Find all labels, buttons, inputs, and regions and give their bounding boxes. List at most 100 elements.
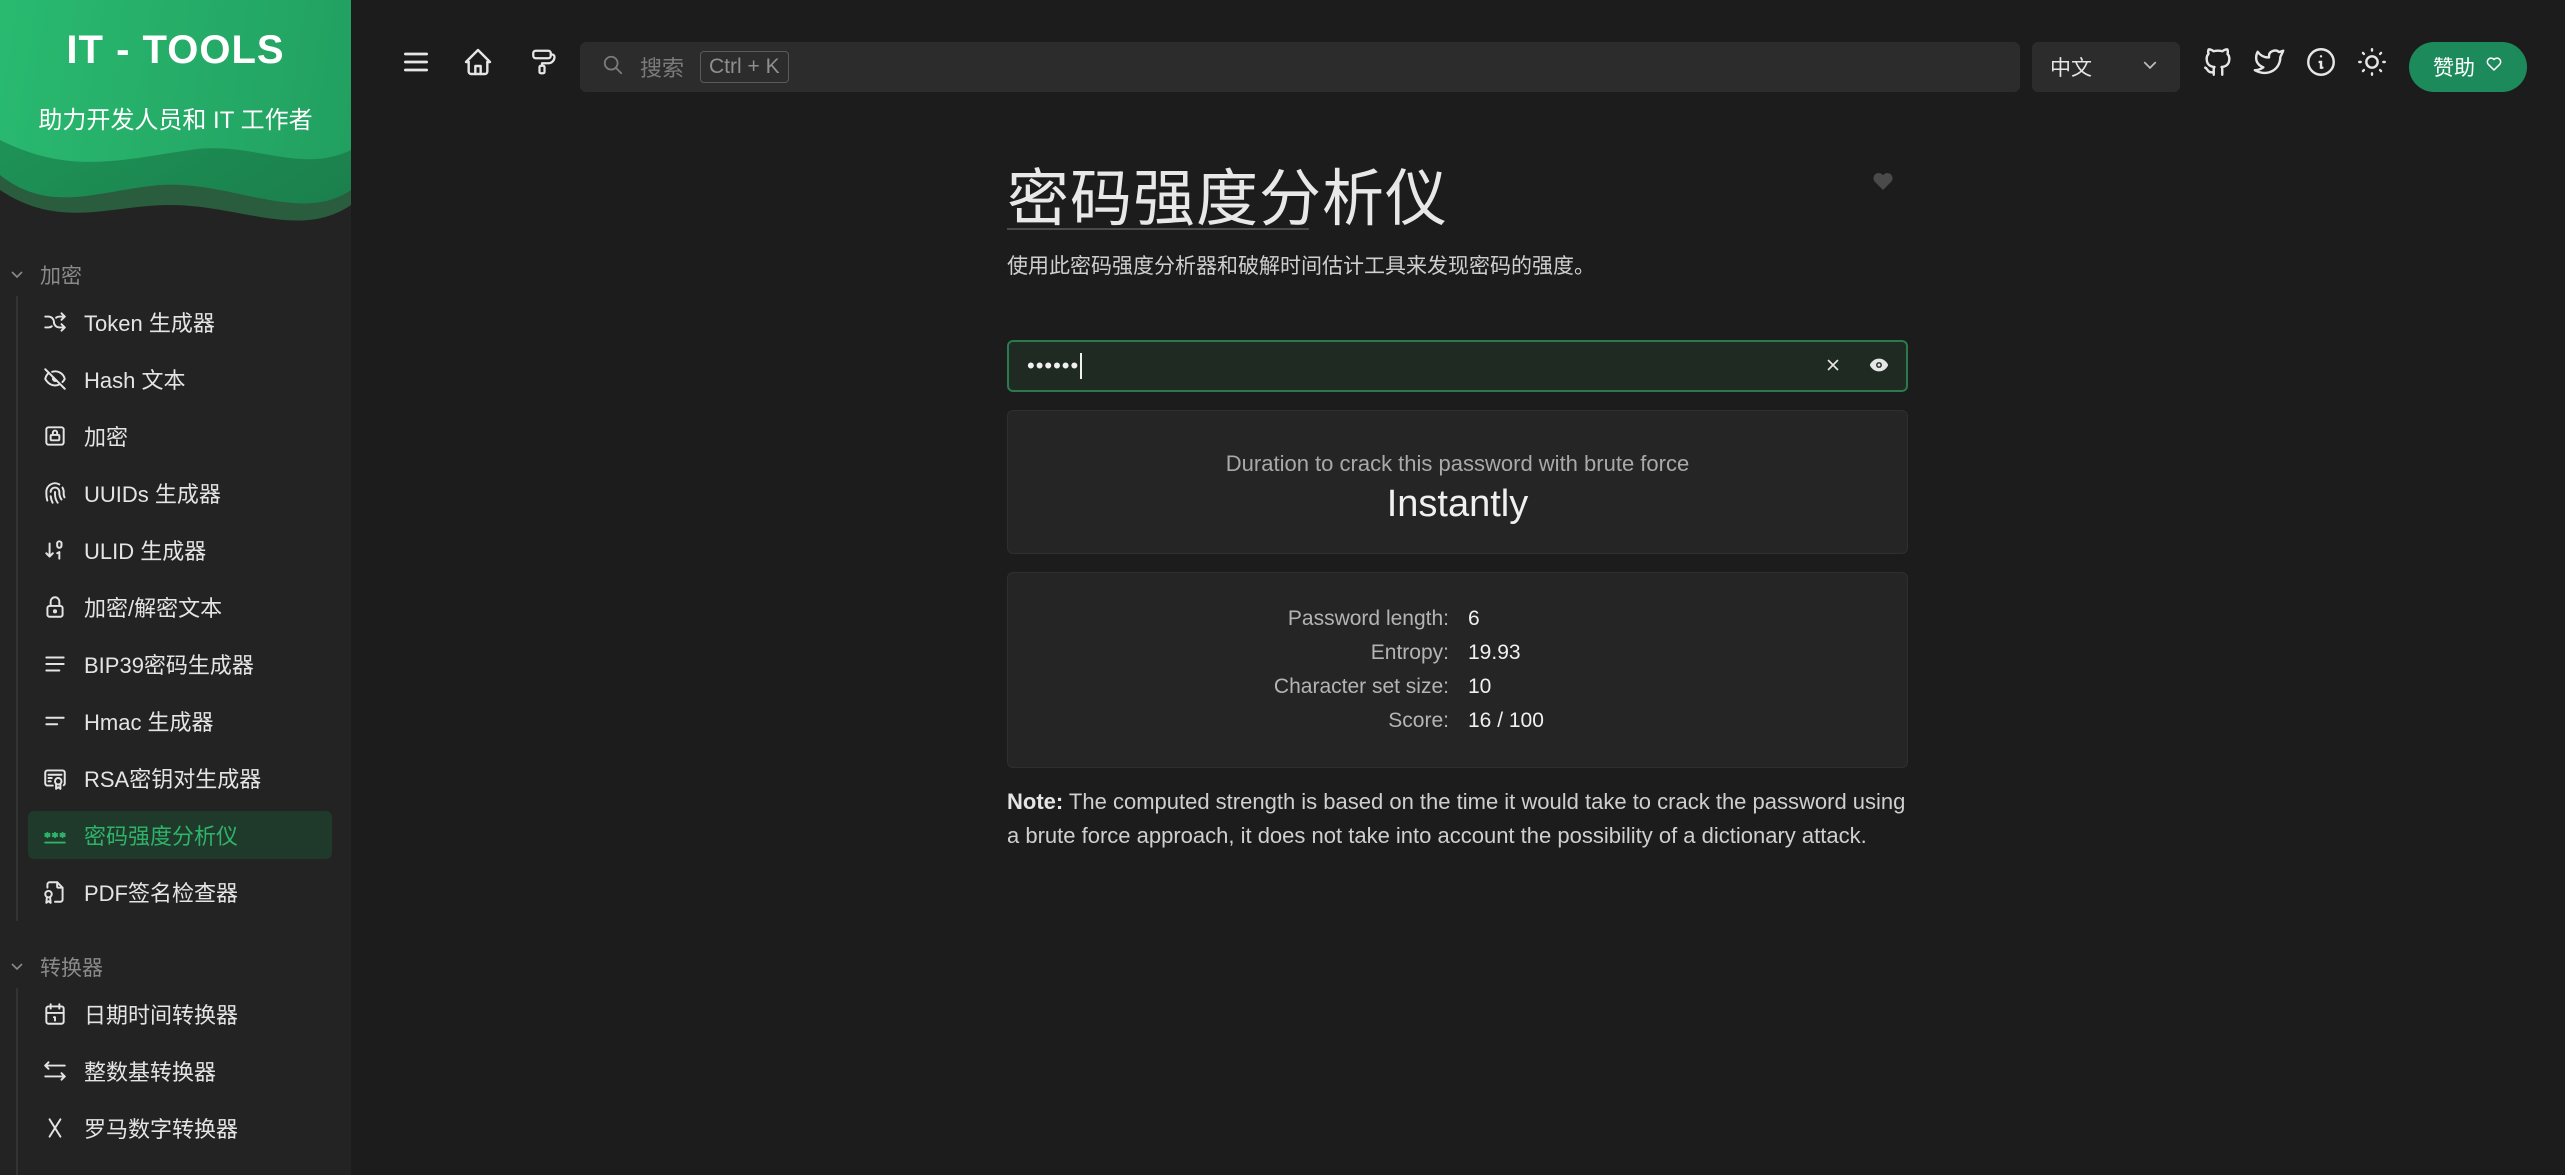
sidebar-item-label: Hmac 生成器 [84, 710, 214, 735]
sidebar-item-label: 罗马数字转换器 [84, 1117, 239, 1142]
sidebar-item-label: Token 生成器 [84, 311, 215, 336]
title-underline [1007, 228, 1309, 230]
note-text: The computed strength is based on the ti… [1007, 789, 1906, 848]
sidebar-item-pdf-signature-checker[interactable]: PDF签名检查器 [28, 868, 332, 916]
section-crypto-guide-line [16, 296, 18, 921]
section-crypto-header[interactable]: 加密 [0, 257, 82, 293]
stat-row-entropy: Entropy: 19.93 [1008, 641, 1907, 675]
sidebar-item-label: UUIDs 生成器 [84, 482, 221, 507]
twitter-link[interactable] [2247, 42, 2291, 86]
stat-label: Character set size: [1273, 675, 1449, 698]
search-shortcut-badge: Ctrl + K [700, 51, 789, 83]
sponsor-label: 赞助 [2433, 57, 2475, 80]
fingerprint-icon [40, 478, 70, 508]
chevron-down-icon [8, 960, 26, 974]
section-converter-guide-line [16, 988, 18, 1175]
sidebar-item-date-time-converter[interactable]: 日期时间转换器 [28, 990, 332, 1038]
section-converter-header[interactable]: 转换器 [0, 949, 103, 985]
heart-icon [2485, 55, 2503, 79]
stat-value: 19.93 [1468, 641, 1521, 664]
short-text-icon [40, 706, 70, 736]
calendar-icon [40, 999, 70, 1029]
password-input[interactable]: •••••• [1007, 340, 1908, 392]
crack-duration-card: Duration to crack this password with bru… [1007, 410, 1908, 554]
favorite-button[interactable] [1868, 168, 1898, 198]
sidebar-item-label: RSA密钥对生成器 [84, 767, 262, 792]
sidebar-item-uuids-generator[interactable]: UUIDs 生成器 [28, 469, 332, 517]
note-label: Note: [1007, 789, 1064, 814]
language-select[interactable]: 中文 [2032, 42, 2180, 92]
lock-icon [40, 592, 70, 622]
stat-row-character-set-size: Character set size: 10 [1008, 675, 1907, 709]
menu-toggle-button[interactable] [394, 42, 438, 86]
sidebar-item-integer-base-converter[interactable]: 整数基转换器 [28, 1047, 332, 1095]
info-circle-icon [2304, 45, 2338, 84]
file-certificate-icon [40, 877, 70, 907]
crack-duration-value: Instantly [1386, 483, 1529, 525]
sun-icon [2355, 45, 2389, 84]
shuffle-icon [40, 307, 70, 337]
text-caret [1080, 353, 1083, 379]
stat-row-password-length: Password length: 6 [1008, 607, 1907, 641]
github-link[interactable] [2196, 42, 2240, 86]
sidebar-item-password-strength-analyser[interactable]: 密码强度分析仪 [28, 811, 332, 859]
about-button[interactable] [2299, 42, 2343, 86]
sidebar-item-label: ULID 生成器 [84, 539, 207, 564]
stat-value: 6 [1468, 607, 1480, 630]
page-title: 密码强度分析仪 [1007, 165, 1449, 234]
search-placeholder: 搜索 [640, 56, 685, 81]
sidebar-item-hmac-generator[interactable]: Hmac 生成器 [28, 697, 332, 745]
sponsor-button[interactable]: 赞助 [2409, 42, 2527, 92]
chevron-down-icon [8, 268, 26, 282]
toggle-password-visibility-button[interactable] [1864, 354, 1894, 380]
theme-toggle-button[interactable] [2350, 42, 2394, 86]
sidebar-item-roman-numeral-converter[interactable]: 罗马数字转换器 [28, 1104, 332, 1152]
stat-label: Password length: [1287, 607, 1449, 630]
language-select-value: 中文 [2050, 57, 2092, 80]
letter-x-icon [40, 1113, 70, 1143]
align-justified-icon [40, 649, 70, 679]
sidebar-item-label: 整数基转换器 [84, 1060, 217, 1085]
stat-label: Score: [1388, 709, 1449, 732]
sidebar-item-label: 密码强度分析仪 [84, 824, 239, 849]
search-bar[interactable]: 搜索 Ctrl + K [580, 42, 2020, 92]
github-icon [2201, 45, 2235, 84]
hamburger-icon [400, 46, 432, 83]
sidebar-item-hash-text[interactable]: Hash 文本 [28, 355, 332, 403]
heart-icon [1871, 169, 1895, 198]
ui-lib-button[interactable] [520, 42, 564, 86]
stat-value: 16 / 100 [1468, 709, 1544, 732]
clear-input-button[interactable] [1820, 354, 1846, 380]
section-crypto-label: 加密 [40, 265, 82, 288]
eye-off-icon [40, 364, 70, 394]
sidebar-item-label: PDF签名检查器 [84, 881, 239, 906]
stat-value: 10 [1468, 675, 1492, 698]
arrows-left-right-icon [40, 1056, 70, 1086]
sidebar-item-rsa-key-generator[interactable]: RSA密钥对生成器 [28, 754, 332, 802]
stat-label: Entropy: [1370, 641, 1449, 664]
sidebar-item-token-generator[interactable]: Token 生成器 [28, 298, 332, 346]
note-paragraph: Note: The computed strength is based on … [1007, 785, 1908, 853]
sidebar-item-ulid-generator[interactable]: ULID 生成器 [28, 526, 332, 574]
sidebar-item-label: Hash 文本 [84, 368, 186, 393]
password-stats-card: Password length: 6 Entropy: 19.93 Charac… [1007, 572, 1908, 768]
certificate-icon [40, 763, 70, 793]
brand-title[interactable]: IT - TOOLS [0, 28, 351, 73]
section-converter-label: 转换器 [40, 957, 103, 980]
home-icon [462, 46, 494, 83]
password-input-value: •••••• [1027, 353, 1080, 378]
page-description: 使用此密码强度分析器和破解时间估计工具来发现密码的强度。 [1007, 255, 1595, 278]
sidebar-item-label: 加密/解密文本 [84, 596, 223, 621]
stat-row-score: Score: 16 / 100 [1008, 709, 1907, 743]
brand-header: IT - TOOLS 助力开发人员和 IT 工作者 [0, 0, 351, 240]
sidebar-item-bip39-generator[interactable]: BIP39密码生成器 [28, 640, 332, 688]
sort-numeric-icon [40, 535, 70, 565]
sidebar-item-encryption[interactable]: 加密 [28, 412, 332, 460]
sidebar-item-encrypt-decrypt-text[interactable]: 加密/解密文本 [28, 583, 332, 631]
lock-square-icon [40, 421, 70, 451]
crack-duration-label: Duration to crack this password with bru… [1225, 451, 1690, 476]
chevron-down-icon [2142, 55, 2158, 79]
home-button[interactable] [456, 42, 500, 86]
brand-subtitle: 助力开发人员和 IT 工作者 [38, 107, 313, 134]
eye-icon [1868, 354, 1890, 381]
